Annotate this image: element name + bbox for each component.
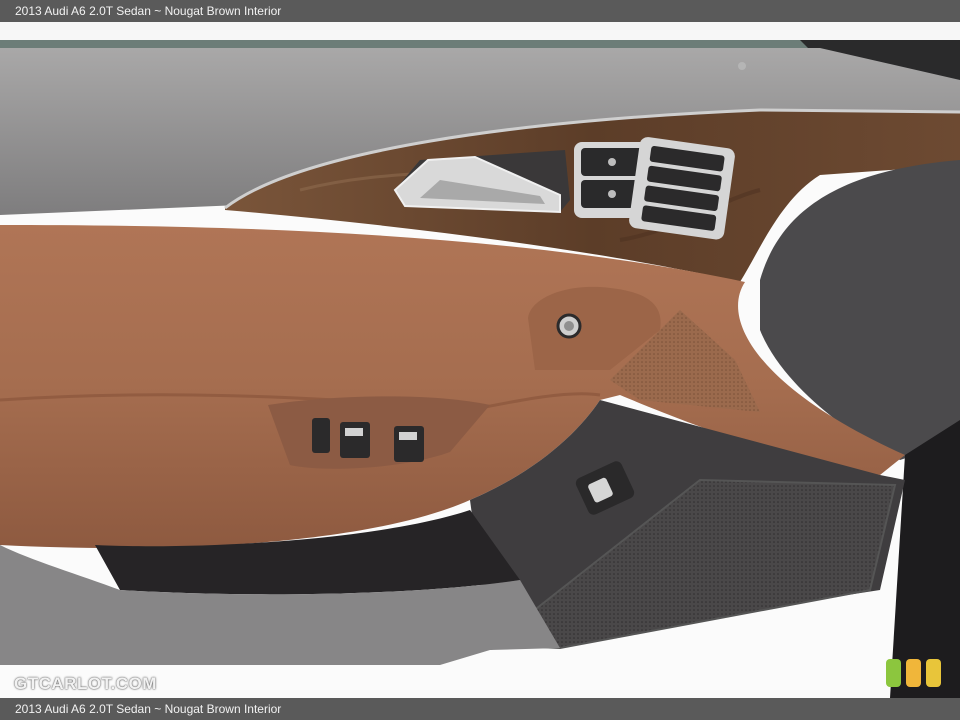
badge-orange <box>906 659 921 687</box>
site-watermark: GTCARLOT.COM <box>14 674 157 693</box>
memory-seat-buttons[interactable] <box>628 136 736 240</box>
top-caption-bar: 2013 Audi A6 2.0T Sedan ~ Nougat Brown I… <box>0 0 960 22</box>
badge-yellow <box>926 659 941 687</box>
bottom-caption-bar: 2013 Audi A6 2.0T Sedan ~ Nougat Brown I… <box>0 698 960 720</box>
caption-title: 2013 Audi A6 2.0T Sedan ~ Nougat Brown I… <box>15 4 282 18</box>
car-interior-photo <box>0 22 960 698</box>
caption-footer: 2013 Audi A6 2.0T Sedan ~ Nougat Brown I… <box>15 702 282 716</box>
badge-green <box>886 659 901 687</box>
